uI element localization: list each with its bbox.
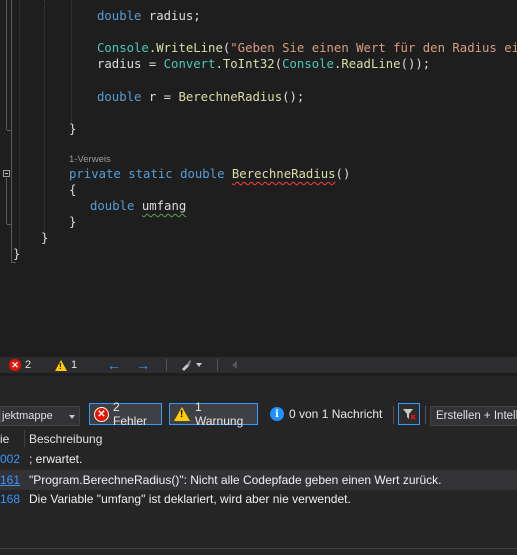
code-editor[interactable]: double radius; Console.WriteLine("Geben … (0, 0, 517, 357)
code-token: ( (274, 57, 283, 71)
error-icon: ✕ (94, 406, 109, 422)
separator (217, 357, 218, 373)
error-description: "Program.BerechneRadius()": Nicht alle C… (29, 473, 442, 487)
indent-guide (44, 0, 45, 240)
warnings-filter-button[interactable]: ! 1 Warnung (169, 400, 258, 428)
code-token: BerechneRadius (231, 167, 336, 181)
code-token: double (90, 199, 135, 213)
code-token: Console (97, 41, 149, 55)
error-count-indicator[interactable]: ✕ 2 (9, 357, 31, 373)
chevron-down-icon (196, 363, 202, 367)
fold-end-marker (11, 262, 16, 263)
code-token: r = (141, 90, 179, 104)
warning-count-indicator[interactable]: ! 1 (55, 357, 77, 373)
build-source-dropdown[interactable]: Erstellen + IntelliSense (430, 406, 517, 426)
next-issue-arrow-icon[interactable]: → (136, 357, 150, 373)
warning-icon: ! (55, 359, 67, 371)
warning-icon: ! (174, 407, 190, 421)
error-list-row[interactable]: 002 ; erwartet. (0, 449, 517, 469)
code-line: } (13, 246, 20, 262)
scroll-left-arrow-icon[interactable] (232, 357, 237, 373)
code-token: radius; (141, 9, 201, 23)
fold-margin-line (6, 178, 7, 224)
indent-guide (71, 0, 72, 123)
error-description: Die Variable "umfang" ist deklariert, wi… (29, 492, 351, 506)
codelens-references[interactable]: 1-Verweis (69, 154, 111, 165)
info-icon: i (270, 407, 284, 421)
scope-dropdown[interactable]: jektmappe (0, 406, 80, 426)
code-token: radius = (97, 57, 164, 71)
messages-filter-button[interactable]: i 0 von 1 Nachricht (265, 403, 388, 425)
fold-margin-line (11, 0, 12, 262)
code-line: Console.WriteLine("Geben Sie einen Wert … (97, 40, 517, 56)
fold-margin-line (6, 0, 7, 130)
collapse-toggle-icon[interactable] (3, 170, 10, 177)
filter-clear-icon[interactable] (398, 403, 420, 425)
panel-bottom-border (0, 548, 517, 549)
messages-filter-label: 0 von 1 Nachricht (289, 407, 383, 421)
code-token: Console (282, 57, 334, 71)
code-token: . (215, 57, 223, 71)
code-token: ReadLine (341, 57, 401, 71)
code-token: private (69, 167, 121, 181)
code-token: () (335, 167, 351, 181)
code-line: } (69, 214, 76, 230)
error-list-row[interactable]: 161 "Program.BerechneRadius()": Nicht al… (0, 470, 517, 490)
error-code-link[interactable]: 168 (0, 489, 20, 509)
code-line: } (41, 230, 48, 246)
error-description: ; erwartet. (29, 452, 83, 466)
code-token: } (13, 247, 21, 261)
column-separator[interactable] (24, 430, 25, 447)
previous-issue-arrow-icon[interactable]: ← (107, 357, 121, 373)
code-token: Convert (163, 57, 216, 71)
error-code-link[interactable]: 161 (0, 470, 20, 490)
code-token: { (69, 183, 77, 197)
code-token: "Geben Sie einen Wert für den Radius ein… (230, 41, 517, 55)
code-token: umfang (141, 199, 187, 213)
code-line: double umfang (90, 198, 196, 214)
code-token: double (180, 167, 225, 181)
chevron-down-icon (69, 415, 75, 419)
code-token: ToInt32 (222, 57, 275, 71)
separator (166, 357, 167, 373)
code-token: double (97, 9, 142, 23)
code-token: } (41, 231, 49, 245)
errors-filter-label: 2 Fehler (113, 400, 148, 428)
code-token: double (97, 90, 142, 104)
error-list-row[interactable]: 168 Die Variable "umfang" ist deklariert… (0, 489, 517, 509)
code-token: ()); (400, 57, 431, 71)
code-token: } (69, 215, 77, 229)
indent-guide (19, 0, 20, 255)
column-header-code[interactable]: ie (0, 432, 9, 446)
code-line: { (69, 182, 76, 198)
column-header-description[interactable]: Beschreibung (29, 432, 102, 446)
code-token: WriteLine (156, 41, 223, 55)
error-list-header: ie Beschreibung (0, 430, 517, 447)
code-token: (); (282, 90, 305, 104)
code-line: radius = Convert.ToInt32(Console.ReadLin… (97, 56, 430, 72)
separator (393, 406, 394, 424)
code-token: } (69, 122, 77, 136)
scope-dropdown-value: jektmappe (2, 410, 53, 422)
code-line: } (69, 121, 76, 137)
code-line: double radius; (97, 8, 201, 24)
warning-count: 1 (71, 359, 78, 371)
warnings-filter-label: 1 Warnung (195, 400, 244, 428)
editor-status-strip: ✕ 2 ! 1 ← → (0, 357, 517, 373)
code-token: BerechneRadius (178, 90, 283, 104)
error-icon: ✕ (9, 359, 21, 371)
code-token: static (128, 167, 173, 181)
code-line: private static double BerechneRadius() (69, 166, 350, 182)
code-line: double r = BerechneRadius(); (97, 89, 304, 105)
errors-filter-button[interactable]: ✕ 2 Fehler (89, 400, 162, 428)
code-cleanup-brush-icon[interactable] (180, 357, 202, 373)
separator (425, 406, 426, 424)
error-code-link[interactable]: 002 (0, 449, 20, 469)
error-count: 2 (25, 359, 32, 371)
build-source-value: Erstellen + IntelliSense (436, 410, 517, 422)
